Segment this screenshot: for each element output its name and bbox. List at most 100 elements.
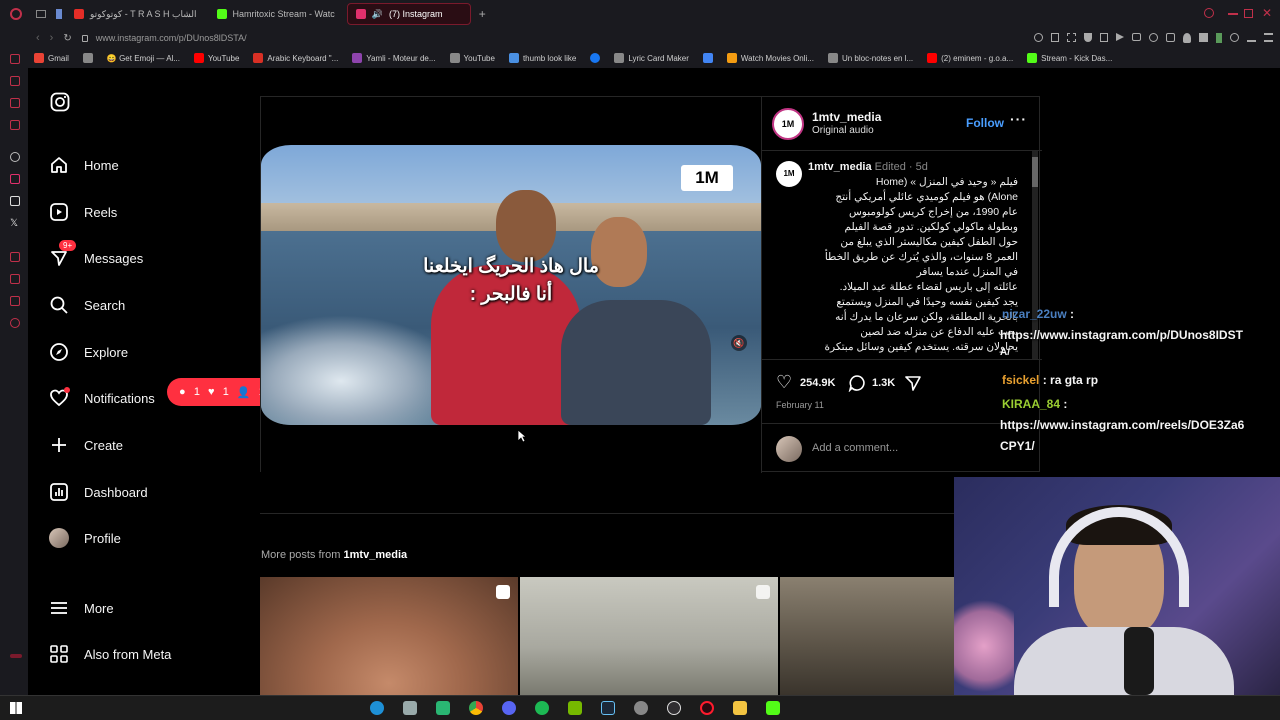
bookmark-youtube[interactable]: YouTube	[193, 53, 239, 63]
maximize-button[interactable]	[1244, 9, 1253, 18]
nav-explore[interactable]: Explore	[48, 337, 128, 367]
bookmark-youtube-2[interactable]: YouTube	[449, 53, 495, 63]
share-icon[interactable]	[904, 374, 922, 392]
tab-kick-stream[interactable]: Hamritoxic Stream - Watc	[209, 3, 343, 25]
opera-icon[interactable]	[700, 701, 714, 715]
wallet-icon[interactable]	[1166, 33, 1175, 42]
url-field[interactable]: www.instagram.com/p/DUnos8lDSTA/	[96, 33, 247, 43]
author-username[interactable]: 1mtv_media	[812, 110, 881, 124]
search-tabs-icon[interactable]	[1204, 8, 1214, 18]
bookmark-get-emoji[interactable]: 😄 Get Emoji — Al...	[107, 54, 180, 63]
more-post-thumb-1[interactable]	[260, 577, 518, 695]
opera-logo-icon[interactable]	[10, 8, 22, 20]
chrome-icon[interactable]	[469, 701, 483, 715]
speaker-icon[interactable]: 🔊	[372, 9, 383, 20]
bookmark-movies[interactable]: Watch Movies Onli...	[726, 53, 814, 63]
tiktok-icon[interactable]	[10, 196, 20, 206]
bookmark-thumb[interactable]: thumb look like	[508, 53, 576, 63]
extensions-icon[interactable]	[1230, 33, 1239, 42]
shield-icon[interactable]	[1084, 33, 1092, 42]
chatgpt-icon[interactable]	[10, 152, 20, 162]
pinboard-icon[interactable]	[10, 252, 20, 262]
minimize-button[interactable]	[1228, 13, 1238, 15]
x-icon[interactable]: 𝕏	[10, 218, 18, 229]
kick-icon[interactable]	[766, 701, 780, 715]
spotify-icon[interactable]	[535, 701, 549, 715]
more-options-icon[interactable]: ···	[1010, 111, 1027, 127]
unmute-icon[interactable]: 🔇	[731, 335, 747, 351]
more-posts-username[interactable]: 1mtv_media	[344, 549, 408, 561]
instagram-icon[interactable]	[10, 174, 20, 184]
caption-avatar[interactable]: 1M	[776, 161, 802, 187]
app-icon[interactable]	[436, 701, 450, 715]
app-icon[interactable]	[634, 701, 648, 715]
new-tab-button[interactable]: +	[479, 7, 486, 21]
snapshot-icon[interactable]	[1067, 33, 1076, 42]
windows-start-icon[interactable]	[10, 702, 22, 714]
obs-icon[interactable]	[667, 701, 681, 715]
box-icon[interactable]	[1199, 33, 1208, 42]
aria-icon[interactable]	[10, 54, 20, 64]
nav-messages[interactable]: 9+ Messages	[48, 240, 143, 273]
audio-label[interactable]: Original audio	[812, 125, 874, 136]
heart-icon[interactable]	[1149, 33, 1158, 42]
downloads-icon[interactable]	[10, 296, 20, 306]
nav-notifications[interactable]: Notifications	[48, 383, 155, 413]
close-button[interactable]: ✕	[1262, 6, 1272, 20]
follow-button[interactable]: Follow	[966, 116, 1004, 130]
nav-home[interactable]: Home	[48, 150, 119, 180]
zoom-icon[interactable]	[1034, 33, 1043, 42]
nvidia-icon[interactable]	[568, 701, 582, 715]
tab-list-icon[interactable]	[56, 9, 62, 19]
settings-icon[interactable]	[10, 318, 20, 328]
bookmark-docs[interactable]	[702, 53, 713, 63]
player-icon[interactable]	[10, 120, 20, 130]
folder-icon[interactable]	[733, 701, 747, 715]
edge-icon[interactable]	[370, 701, 384, 715]
steam-icon[interactable]	[601, 701, 615, 715]
history-icon[interactable]	[10, 274, 20, 284]
nav-create[interactable]: Create	[48, 430, 123, 460]
sidebar-collapse-icon[interactable]	[10, 654, 22, 658]
bookmark-eminem[interactable]: (2) eminem - g.o.a...	[927, 53, 1013, 63]
comment-count[interactable]: 1.3K	[872, 377, 895, 389]
nav-search[interactable]: Search	[48, 290, 125, 320]
reel-video[interactable]: مال هاذ الحريگ ايخلعنا أنا فالبحر : 1M 🔇	[261, 145, 761, 425]
bulb-icon[interactable]	[1183, 33, 1191, 43]
author-avatar[interactable]: 1M	[772, 108, 804, 140]
bookmark-facebook[interactable]	[590, 53, 601, 63]
forward-button[interactable]: ›	[50, 32, 54, 44]
extensions-icon[interactable]	[10, 76, 20, 86]
more-post-thumb-2[interactable]	[520, 577, 778, 695]
pin-icon[interactable]	[1051, 33, 1059, 42]
nav-reels[interactable]: Reels	[48, 197, 117, 227]
more-post-thumb-3[interactable]	[780, 577, 954, 695]
nav-also-from-meta[interactable]: Also from Meta	[48, 639, 171, 669]
instagram-logo-icon[interactable]	[50, 92, 70, 112]
camera-icon[interactable]	[1132, 33, 1141, 41]
nav-more[interactable]: More	[48, 593, 114, 623]
workspaces-icon[interactable]	[36, 10, 46, 18]
bookmark-lyric-card[interactable]: Lyric Card Maker	[614, 53, 689, 63]
comment-input[interactable]: Add a comment...	[812, 442, 898, 454]
send-icon[interactable]	[1116, 33, 1124, 41]
app-icon[interactable]	[403, 701, 417, 715]
bookmark-gmail[interactable]: Gmail	[34, 53, 69, 63]
like-button-icon[interactable]: ♡	[776, 372, 792, 393]
bookmark-notepad[interactable]: Un bloc-notes en l...	[827, 53, 913, 63]
tab-youtube-trash[interactable]: كوتوكوتو - T R A S H الشاب	[66, 3, 205, 25]
bookmark-icon[interactable]	[1100, 33, 1108, 42]
bookmark-yamli[interactable]: Yamli - Moteur de...	[352, 53, 436, 63]
caption-username[interactable]: 1mtv_media	[808, 161, 872, 173]
reload-button[interactable]: ↻	[63, 33, 71, 44]
bookmark-arabic-keyboard[interactable]: Arabic Keyboard "...	[253, 53, 338, 63]
nav-profile[interactable]: Profile	[48, 523, 121, 553]
post-media[interactable]: مال هاذ الحريگ ايخلعنا أنا فالبحر : 1M 🔇	[261, 97, 761, 473]
bookmark-doc[interactable]	[82, 53, 93, 63]
back-button[interactable]: ‹	[36, 32, 40, 44]
download-icon[interactable]	[1247, 33, 1256, 42]
discord-icon[interactable]	[502, 701, 516, 715]
nav-dashboard[interactable]: Dashboard	[48, 477, 148, 507]
menu-icon[interactable]	[1264, 33, 1273, 42]
battery-icon[interactable]	[1216, 33, 1222, 43]
